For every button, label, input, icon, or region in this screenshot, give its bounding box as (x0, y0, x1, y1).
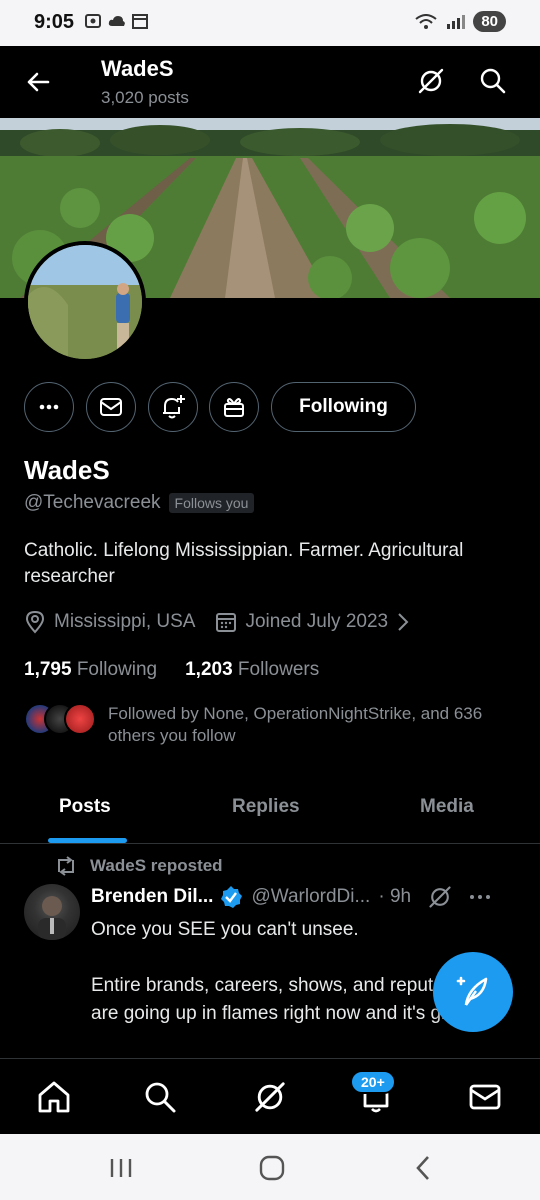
more-icon[interactable] (467, 884, 493, 910)
active-tab-indicator (48, 838, 127, 843)
post-author-avatar[interactable] (24, 884, 80, 940)
search-icon[interactable] (478, 66, 508, 96)
tab-media[interactable]: Media (420, 796, 474, 818)
profile-avatar[interactable] (24, 241, 146, 363)
compose-icon (456, 976, 488, 1006)
search-icon[interactable] (142, 1079, 178, 1115)
screenshot-icon (85, 14, 101, 28)
avatar-image (38, 896, 66, 940)
status-bar: 9:05 80 (0, 0, 540, 46)
profile-tabs: Posts Replies Media (0, 778, 540, 844)
post-timestamp: · 9h (378, 886, 412, 907)
battery-indicator: 80 (473, 11, 506, 32)
following-stat[interactable]: 1,795 Following (24, 659, 157, 681)
followed-by-text[interactable]: Followed by None, OperationNightStrike, … (108, 703, 508, 747)
profile-header: WadeS 3,020 posts (0, 46, 540, 118)
user-handle: @Techevacreek (24, 492, 161, 513)
post-author-handle[interactable]: @WarlordDi... (251, 886, 370, 908)
status-notification-icons (84, 13, 148, 29)
header-name: WadeS (101, 56, 174, 81)
grok-icon[interactable] (427, 884, 453, 910)
following-label: Following (76, 659, 158, 680)
grok-icon[interactable] (252, 1079, 288, 1115)
system-navigation-bar (0, 1134, 540, 1200)
repost-icon (58, 856, 74, 876)
chevron-right-icon (398, 613, 409, 631)
verified-icon (221, 886, 243, 908)
followers-label: Followers (237, 659, 320, 680)
gift-button[interactable] (209, 382, 259, 432)
notify-button[interactable] (148, 382, 198, 432)
header-post-count: 3,020 posts (101, 88, 189, 107)
status-right: 80 (415, 11, 506, 32)
display-name: WadeS (24, 455, 110, 485)
home-system-icon[interactable] (258, 1154, 286, 1182)
calendar-icon (216, 613, 237, 632)
profile-meta: Mississippi, USA Joined July 2023 (24, 610, 410, 634)
mail-icon (100, 398, 122, 416)
more-button[interactable] (24, 382, 74, 432)
following-count: 1,795 (24, 659, 72, 680)
repost-label: WadeS reposted (90, 856, 223, 875)
home-icon[interactable] (36, 1079, 72, 1115)
mail-icon[interactable] (467, 1079, 503, 1115)
post-text-line: Once you SEE you can't unsee. (91, 919, 359, 940)
repost-indicator: WadeS reposted (54, 856, 223, 876)
location-icon (25, 610, 45, 634)
wifi-icon (415, 13, 437, 29)
followers-stat[interactable]: 1,203 Followers (185, 659, 319, 681)
gift-icon (224, 398, 244, 417)
tab-replies[interactable]: Replies (232, 796, 300, 818)
follows-you-badge: Follows you (168, 493, 255, 513)
joined-text: Joined July 2023 (245, 611, 389, 632)
grok-icon[interactable] (416, 66, 446, 96)
back-arrow-icon[interactable] (22, 66, 54, 98)
avatar-image (28, 245, 142, 359)
calendar-status-icon (132, 14, 148, 29)
tab-posts[interactable]: Posts (59, 796, 111, 818)
followed-by-avatars[interactable] (24, 703, 96, 735)
compose-button[interactable] (433, 952, 513, 1032)
post-author-name[interactable]: Brenden Dil... (91, 886, 213, 908)
notifications-badge: 20+ (350, 1070, 396, 1094)
joined-item[interactable]: Joined July 2023 (215, 611, 410, 633)
signal-icon (447, 14, 466, 29)
status-time: 9:05 (34, 11, 75, 33)
post-header: Brenden Dil... @WarlordDi... · 9h (91, 884, 521, 910)
profile-bio: Catholic. Lifelong Mississippian. Farmer… (24, 540, 464, 587)
following-button[interactable]: Following (271, 382, 416, 432)
message-button[interactable] (86, 382, 136, 432)
more-icon (39, 404, 59, 410)
notify-icon (163, 395, 185, 419)
location-item: Mississippi, USA (24, 610, 195, 634)
cloud-icon (108, 16, 125, 26)
location-text: Mississippi, USA (54, 611, 196, 632)
avatar (64, 703, 96, 735)
followers-count: 1,203 (185, 659, 233, 680)
recent-apps-icon[interactable] (108, 1156, 134, 1180)
bottom-navigation (0, 1058, 540, 1134)
follow-stats: 1,795 Following 1,203 Followers (24, 659, 319, 681)
handle-row: @Techevacreek Follows you (24, 492, 255, 514)
back-system-icon[interactable] (412, 1154, 434, 1182)
